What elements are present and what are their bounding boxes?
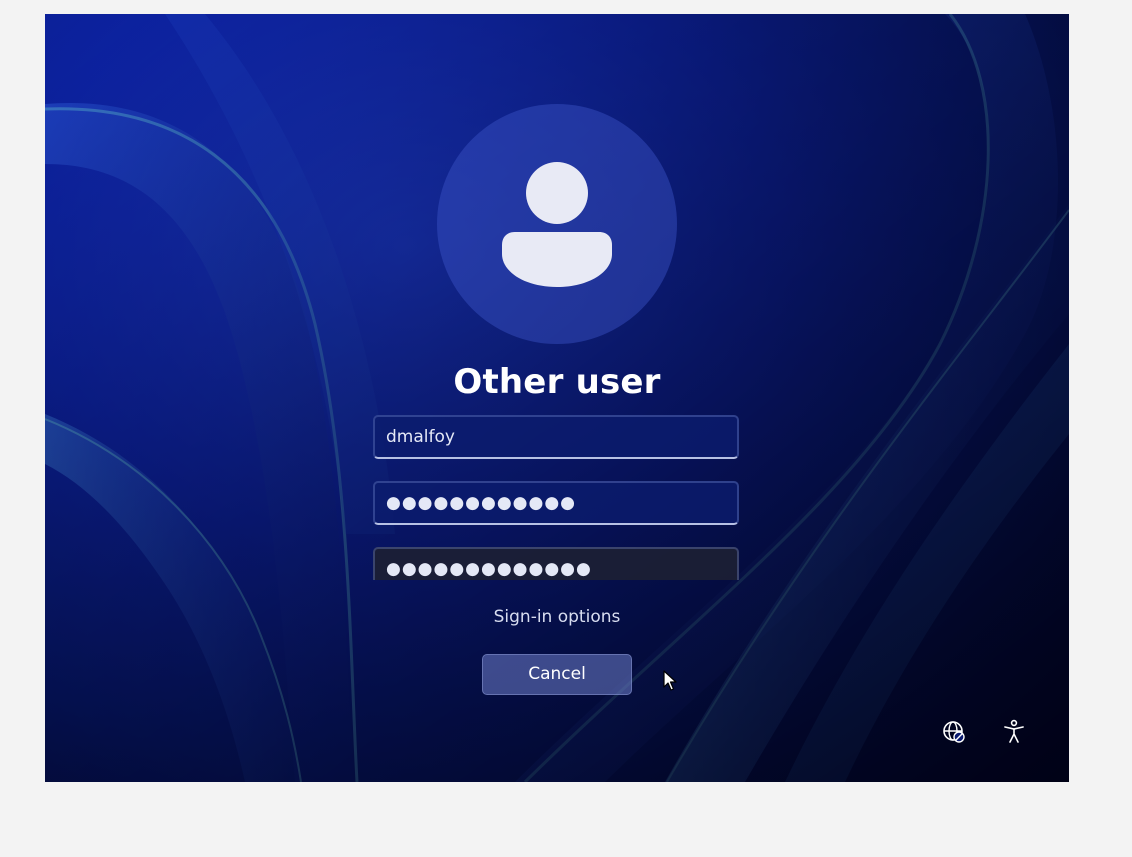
cancel-button[interactable]: Cancel xyxy=(482,654,632,695)
user-avatar-icon xyxy=(502,162,612,287)
network-button[interactable] xyxy=(939,717,969,747)
lock-screen: Other user dmalfoy ●●●●●●●●●●●● ●●●●●●●●… xyxy=(45,14,1069,782)
username-field[interactable]: dmalfoy xyxy=(373,415,739,459)
confirm-password-field[interactable]: ●●●●●●●●●●●●● xyxy=(373,547,739,580)
sign-in-options-link[interactable]: Sign-in options xyxy=(457,607,657,627)
password-field[interactable]: ●●●●●●●●●●●● xyxy=(373,481,739,525)
network-globe-icon xyxy=(943,721,965,743)
accessibility-button[interactable] xyxy=(999,717,1029,747)
accessibility-icon xyxy=(1004,719,1024,743)
user-avatar xyxy=(437,104,677,344)
user-title: Other user xyxy=(453,362,661,402)
mouse-cursor-icon xyxy=(663,670,677,691)
